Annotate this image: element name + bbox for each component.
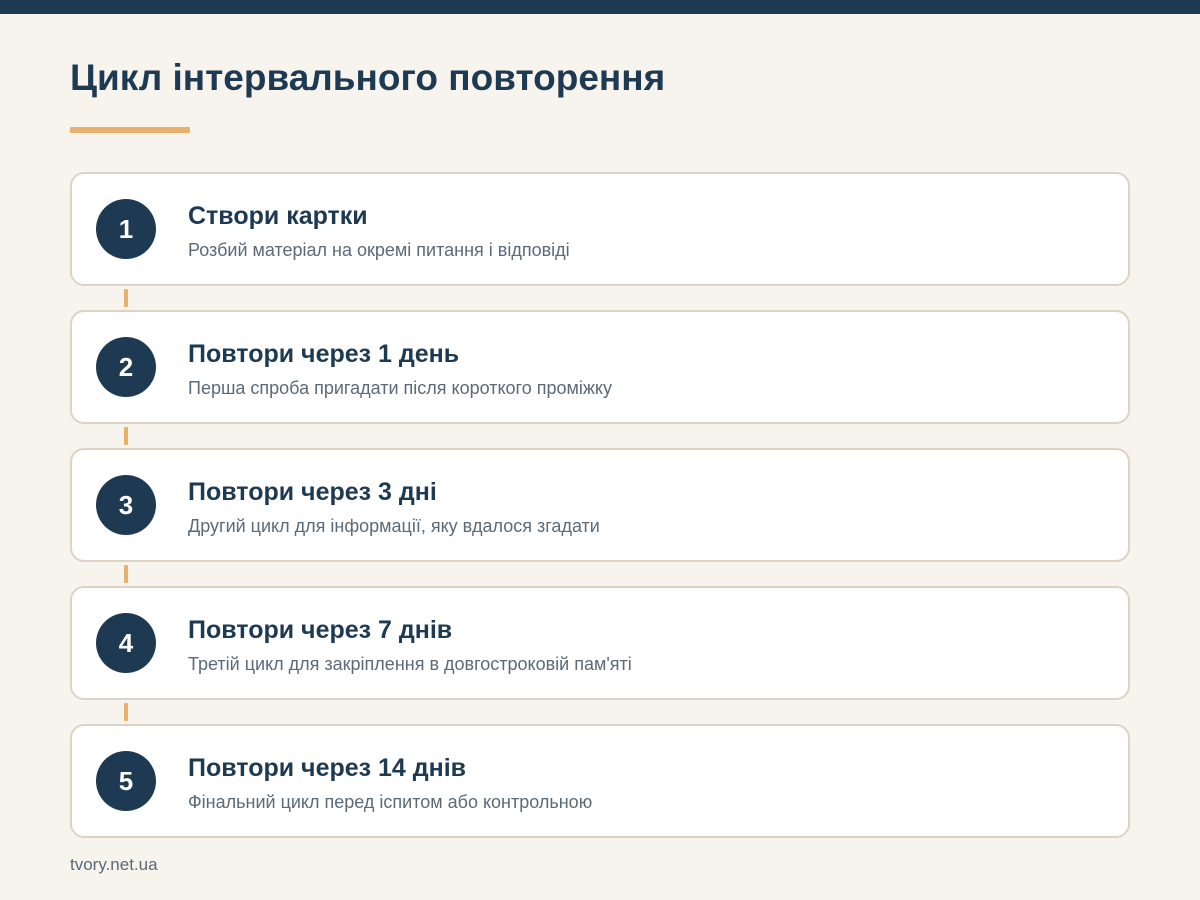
- title-underline: [70, 127, 190, 133]
- footer-source: tvory.net.ua: [70, 855, 158, 874]
- step-description: Перша спроба пригадати після короткого п…: [188, 378, 612, 398]
- step-connector: [124, 427, 128, 445]
- step-title: Повтори через 7 днів: [188, 616, 453, 644]
- step-connector: [124, 703, 128, 721]
- step-title: Повтори через 3 дні: [188, 478, 437, 506]
- step-card-4: 4 Повтори через 7 днів Третій цикл для з…: [70, 586, 1130, 700]
- step-connector: [124, 565, 128, 583]
- step-card-3: 3 Повтори через 3 дні Другий цикл для ін…: [70, 448, 1130, 562]
- step-title: Створи картки: [188, 202, 368, 230]
- step-description: Другий цикл для інформації, яку вдалося …: [188, 516, 600, 536]
- step-description: Третій цикл для закріплення в довгострок…: [188, 654, 632, 674]
- step-card-1: 1 Створи картки Розбий матеріал на окрем…: [70, 172, 1130, 286]
- steps-list: 1 Створи картки Розбий матеріал на окрем…: [70, 172, 1130, 838]
- step-number-badge: 2: [96, 337, 156, 397]
- step-connector: [124, 289, 128, 307]
- step-description: Розбий матеріал на окремі питання і відп…: [188, 240, 570, 260]
- step-number-badge: 1: [96, 199, 156, 259]
- step-number-badge: 5: [96, 751, 156, 811]
- page-title: Цикл інтервального повторення: [70, 57, 666, 98]
- step-number-badge: 4: [96, 613, 156, 673]
- step-card-2: 2 Повтори через 1 день Перша спроба приг…: [70, 310, 1130, 424]
- step-card-5: 5 Повтори через 14 днів Фінальний цикл п…: [70, 724, 1130, 838]
- step-title: Повтори через 1 день: [188, 340, 460, 368]
- step-title: Повтори через 14 днів: [188, 754, 467, 782]
- top-accent-bar: [0, 0, 1200, 14]
- step-number-badge: 3: [96, 475, 156, 535]
- step-description: Фінальний цикл перед іспитом або контрол…: [188, 792, 593, 812]
